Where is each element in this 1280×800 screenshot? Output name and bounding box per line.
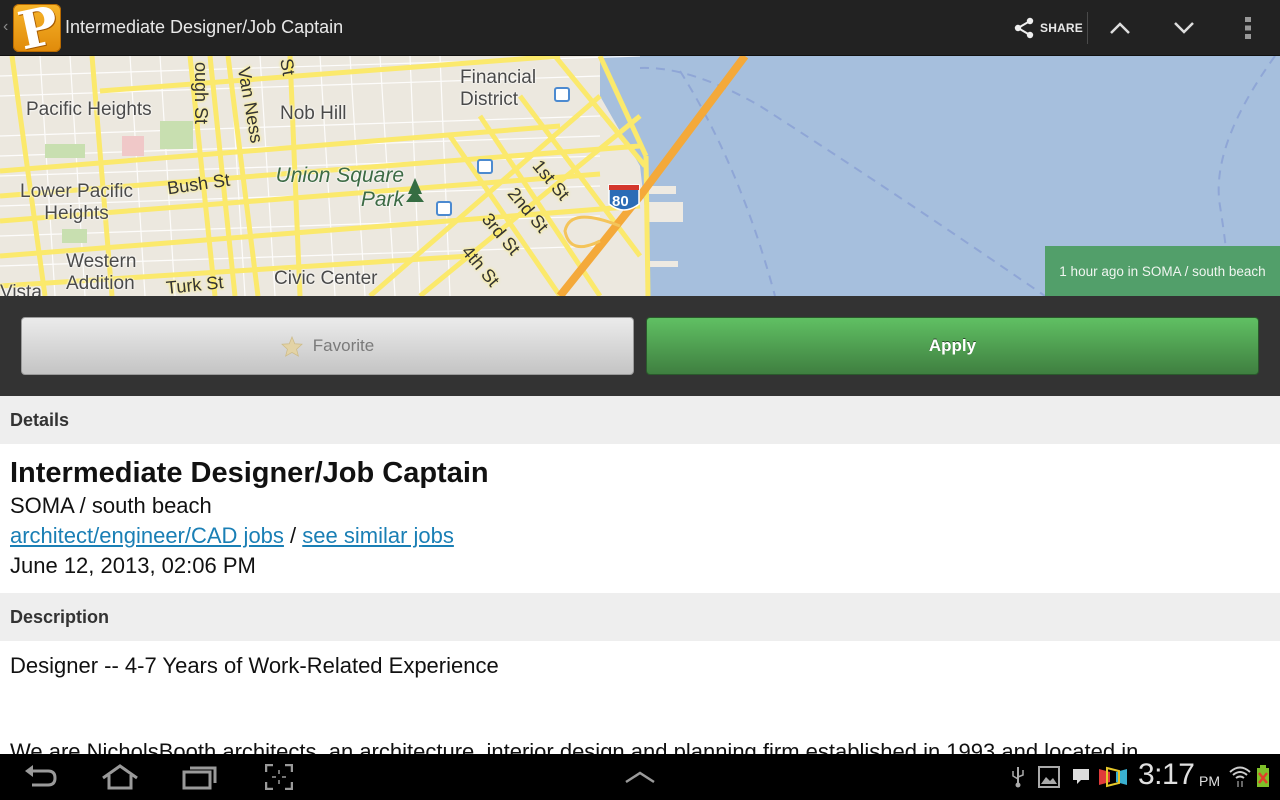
screenshot-button[interactable]: [257, 760, 301, 794]
action-bar-title: Intermediate Designer/Job Captain: [65, 17, 344, 37]
message-icon: [1073, 769, 1089, 784]
map-label-pacific-heights: Pacific Heights: [26, 99, 152, 120]
apply-button[interactable]: Apply: [646, 317, 1259, 375]
job-location: SOMA / south beach: [10, 493, 212, 518]
description-section: Designer -- 4-7 Years of Work-Related Ex…: [0, 641, 1280, 754]
favorite-button[interactable]: Favorite: [21, 317, 634, 375]
map-label-nob-hill: Nob Hill: [280, 103, 347, 124]
home-icon: [102, 764, 138, 790]
previous-posting-button[interactable]: [1100, 8, 1140, 48]
system-bar: 3:17 PM: [0, 754, 1280, 800]
description-headline: Designer -- 4-7 Years of Work-Related Ex…: [10, 653, 499, 678]
action-bar-divider: [1087, 12, 1088, 44]
action-bar: ‹ P Intermediate Designer/Job Captain SH…: [0, 0, 1280, 56]
posting-content[interactable]: Details Intermediate Designer/Job Captai…: [0, 396, 1280, 754]
map-label-civic-center: Civic Center: [274, 268, 378, 289]
description-body-text: We are NicholsBooth architects, an archi…: [10, 739, 1139, 754]
app-logo-icon[interactable]: P: [13, 4, 61, 52]
map-label-western-addition: Western Addition: [66, 251, 137, 294]
menu-up-button[interactable]: [618, 760, 662, 794]
back-icon: [25, 765, 57, 787]
overflow-menu-icon: [1245, 17, 1251, 39]
interstate-80-label: 80: [612, 193, 629, 210]
recent-apps-button[interactable]: [178, 760, 222, 794]
usb-icon: [1012, 767, 1024, 788]
category-separator: /: [283, 523, 303, 548]
posted-date: June 12, 2013, 02:06 PM: [10, 553, 256, 578]
map-label-union-square-park: Union Square Park: [275, 164, 404, 211]
details-section-header: Details: [0, 396, 1280, 444]
overflow-menu-button[interactable]: [1228, 8, 1268, 48]
share-button[interactable]: SHARE: [1012, 14, 1083, 42]
screenshot-icon: [265, 764, 293, 790]
posted-time-location-badge: 1 hour ago in SOMA / south beach: [1045, 246, 1280, 296]
share-icon: [1014, 17, 1034, 39]
chevron-up-icon: [1110, 22, 1130, 34]
share-label: SHARE: [1040, 21, 1084, 35]
description-section-header: Description: [0, 593, 1280, 641]
wifi-icon: [1229, 766, 1251, 787]
status-ampm: PM: [1199, 773, 1220, 789]
map-label-financial-district: Financial District: [460, 67, 537, 110]
recent-apps-icon: [182, 766, 217, 790]
apply-label: Apply: [928, 336, 977, 355]
menu-up-icon: [625, 771, 655, 784]
job-title: Intermediate Designer/Job Captain: [10, 457, 489, 489]
similar-jobs-link[interactable]: see similar jobs: [302, 523, 454, 548]
chevron-down-icon: [1174, 22, 1194, 34]
next-posting-button[interactable]: [1164, 8, 1204, 48]
flipboard-icon: [1099, 766, 1127, 788]
star-icon: [280, 335, 303, 357]
battery-icon: [1257, 765, 1269, 787]
up-navigation-caret-icon[interactable]: ‹: [3, 18, 8, 36]
details-section: Intermediate Designer/Job Captain SOMA /…: [0, 444, 1280, 593]
back-button[interactable]: [19, 760, 63, 794]
action-buttons-bar: Favorite Apply: [0, 296, 1280, 396]
home-button[interactable]: [98, 760, 142, 794]
map-label-gough-st: ough St: [191, 61, 212, 125]
gallery-icon: [1038, 766, 1060, 788]
job-category-line: architect/engineer/CAD jobs / see simila…: [10, 521, 1270, 551]
status-clock: 3:17: [1138, 758, 1195, 791]
favorite-label: Favorite: [312, 336, 375, 355]
category-link[interactable]: architect/engineer/CAD jobs: [10, 523, 284, 548]
map-label-vista: Vista: [0, 282, 42, 296]
map-label-lower-pacific-heights: Lower Pacific Heights: [20, 181, 133, 224]
location-map[interactable]: Pacific Heights Lower Pacific Heights We…: [0, 56, 1280, 296]
